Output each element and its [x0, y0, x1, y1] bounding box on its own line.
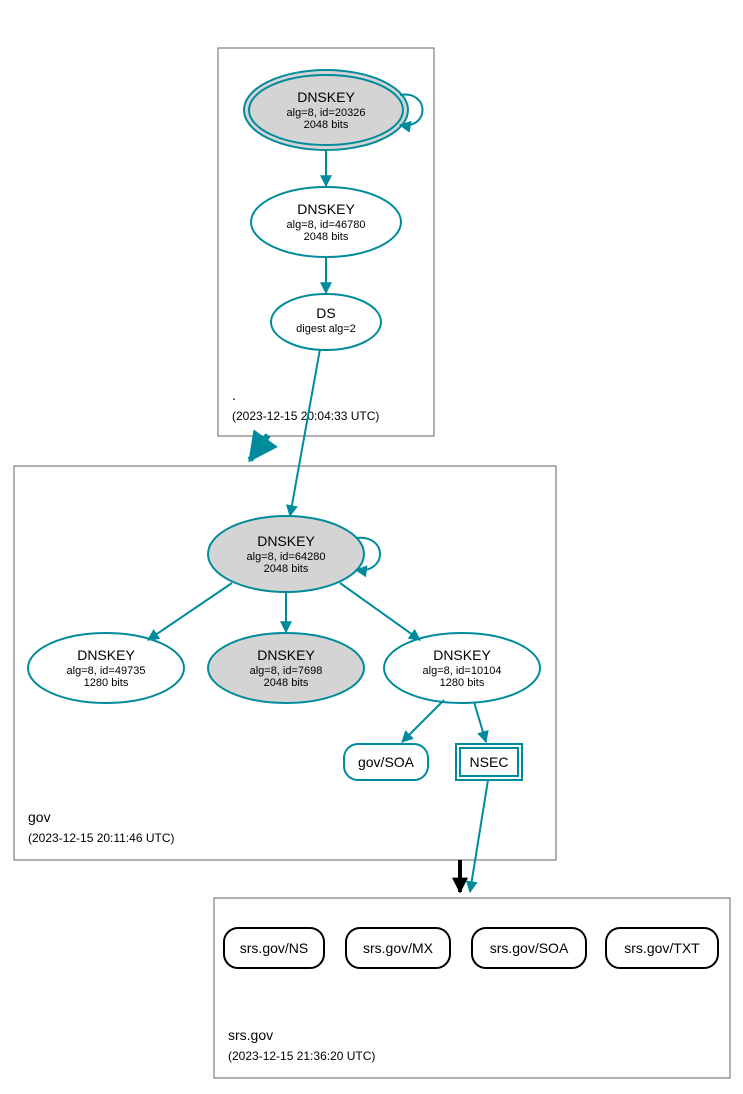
edge-ds-to-gov-ksk: [290, 349, 320, 516]
svg-text:srs.gov/TXT: srs.gov/TXT: [624, 940, 700, 956]
edge-root-to-gov-thick: [250, 435, 268, 460]
svg-text:1280 bits: 1280 bits: [84, 677, 129, 689]
svg-text:srs.gov/NS: srs.gov/NS: [240, 940, 308, 956]
edge-ksk-to-zsk1: [148, 583, 232, 640]
node-srs-soa: srs.gov/SOA: [472, 928, 586, 968]
node-gov-zsk2: DNSKEY alg=8, id=7698 2048 bits: [208, 633, 364, 703]
svg-text:gov/SOA: gov/SOA: [358, 754, 415, 770]
svg-text:alg=8, id=49735: alg=8, id=49735: [67, 665, 146, 677]
svg-text:alg=8, id=46780: alg=8, id=46780: [287, 219, 366, 231]
edge-zsk3-to-nsec: [474, 702, 486, 742]
svg-text:DNSKEY: DNSKEY: [257, 533, 315, 549]
svg-text:DNSKEY: DNSKEY: [433, 647, 491, 663]
svg-text:srs.gov/MX: srs.gov/MX: [363, 940, 434, 956]
node-srs-ns: srs.gov/NS: [224, 928, 324, 968]
svg-text:DS: DS: [316, 305, 335, 321]
svg-text:2048 bits: 2048 bits: [304, 231, 349, 243]
svg-text:1280 bits: 1280 bits: [440, 677, 485, 689]
node-root-zsk: DNSKEY alg=8, id=46780 2048 bits: [251, 187, 401, 257]
svg-text:DNSKEY: DNSKEY: [297, 201, 355, 217]
node-gov-zsk1: DNSKEY alg=8, id=49735 1280 bits: [28, 633, 184, 703]
node-srs-mx: srs.gov/MX: [346, 928, 450, 968]
svg-text:alg=8, id=10104: alg=8, id=10104: [423, 665, 502, 677]
node-gov-soa: gov/SOA: [344, 744, 428, 780]
svg-text:2048 bits: 2048 bits: [304, 119, 349, 131]
svg-text:2048 bits: 2048 bits: [264, 563, 309, 575]
node-root-ds: DS digest alg=2: [271, 294, 381, 350]
zone-label-root: .: [232, 387, 236, 403]
svg-text:NSEC: NSEC: [470, 754, 509, 770]
node-gov-ksk: DNSKEY alg=8, id=64280 2048 bits: [208, 516, 364, 592]
svg-text:DNSKEY: DNSKEY: [257, 647, 315, 663]
svg-text:2048 bits: 2048 bits: [264, 677, 309, 689]
svg-text:digest alg=2: digest alg=2: [296, 323, 356, 335]
edge-zsk3-to-soa: [402, 700, 444, 742]
zone-timestamp-root: (2023-12-15 20:04:33 UTC): [232, 409, 379, 423]
node-gov-zsk3: DNSKEY alg=8, id=10104 1280 bits: [384, 633, 540, 703]
svg-text:DNSKEY: DNSKEY: [297, 89, 355, 105]
svg-text:alg=8, id=20326: alg=8, id=20326: [287, 107, 366, 119]
zone-label-gov: gov: [28, 809, 51, 825]
node-root-ksk: DNSKEY alg=8, id=20326 2048 bits: [244, 70, 408, 150]
zone-label-srs: srs.gov: [228, 1027, 273, 1043]
zone-timestamp-gov: (2023-12-15 20:11:46 UTC): [28, 831, 175, 845]
node-gov-nsec: NSEC: [456, 744, 522, 780]
edge-ksk-to-zsk3: [340, 583, 420, 640]
svg-text:DNSKEY: DNSKEY: [77, 647, 135, 663]
edge-nsec-to-srs: [470, 780, 488, 892]
zone-timestamp-srs: (2023-12-15 21:36:20 UTC): [228, 1049, 375, 1063]
svg-text:alg=8, id=7698: alg=8, id=7698: [250, 665, 323, 677]
svg-text:srs.gov/SOA: srs.gov/SOA: [490, 940, 569, 956]
node-srs-txt: srs.gov/TXT: [606, 928, 718, 968]
svg-text:alg=8, id=64280: alg=8, id=64280: [247, 551, 326, 563]
